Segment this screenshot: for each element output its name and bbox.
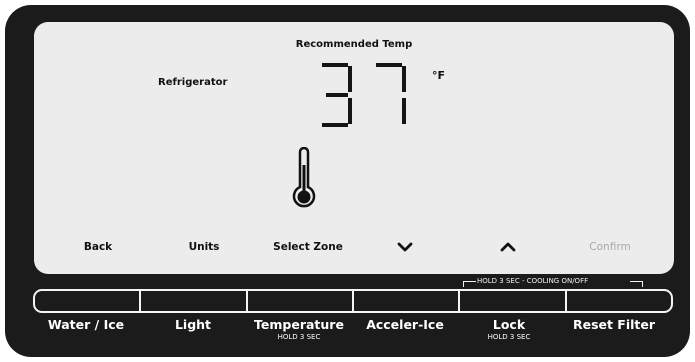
zone-label: Refrigerator: [158, 77, 228, 88]
lock-label: Lock: [492, 317, 526, 332]
temperature-key[interactable]: [248, 291, 354, 311]
light-key[interactable]: [141, 291, 248, 311]
units-button[interactable]: Units: [189, 241, 220, 253]
segment: [326, 93, 348, 97]
thermometer-icon: [291, 146, 317, 215]
temperature-hold-label: HOLD 3 SEC: [277, 333, 321, 341]
segment: [402, 66, 406, 92]
water-ice-key[interactable]: [35, 291, 142, 311]
hold-bracket-right: [630, 281, 643, 287]
back-button[interactable]: Back: [84, 241, 112, 253]
confirm-button[interactable]: Confirm: [589, 241, 630, 253]
cooling-hold-note: HOLD 3 SEC - COOLING ON/OFF: [477, 277, 589, 285]
water-ice-label: Water / Ice: [47, 317, 125, 332]
segment: [322, 63, 348, 67]
acceler-ice-key[interactable]: [354, 291, 461, 311]
lock-key[interactable]: [460, 291, 567, 311]
reset-filter-key[interactable]: [567, 291, 671, 311]
reset-filter-label: Reset Filter: [572, 317, 656, 332]
temperature-label: Temperature: [254, 317, 344, 332]
recommended-temp-title: Recommended Temp: [295, 39, 413, 50]
seven-segment-digits: [322, 63, 406, 127]
lock-label-group: Lock HOLD 3 SEC: [488, 317, 531, 341]
control-panel: Recommended Temp Refrigerator 37: [5, 5, 690, 357]
button-bar: [33, 289, 673, 313]
hold-bracket-left: [463, 281, 476, 287]
chevron-up-icon[interactable]: [500, 238, 516, 257]
segment: [376, 63, 402, 67]
segment: [402, 98, 406, 124]
segment: [348, 98, 352, 124]
chevron-down-icon[interactable]: [397, 238, 413, 257]
temperature-readout: 37: [316, 62, 416, 132]
temperature-units: °F: [432, 69, 446, 82]
lock-hold-label: HOLD 3 SEC: [487, 333, 531, 341]
acceler-ice-label: Acceler-Ice: [366, 317, 444, 332]
temperature-label-group: Temperature HOLD 3 SEC: [254, 317, 344, 341]
display-screen: Recommended Temp Refrigerator 37: [34, 22, 674, 274]
light-label: Light: [174, 317, 212, 332]
segment: [322, 123, 348, 127]
segment: [348, 66, 352, 92]
select-zone-button[interactable]: Select Zone: [273, 241, 343, 253]
